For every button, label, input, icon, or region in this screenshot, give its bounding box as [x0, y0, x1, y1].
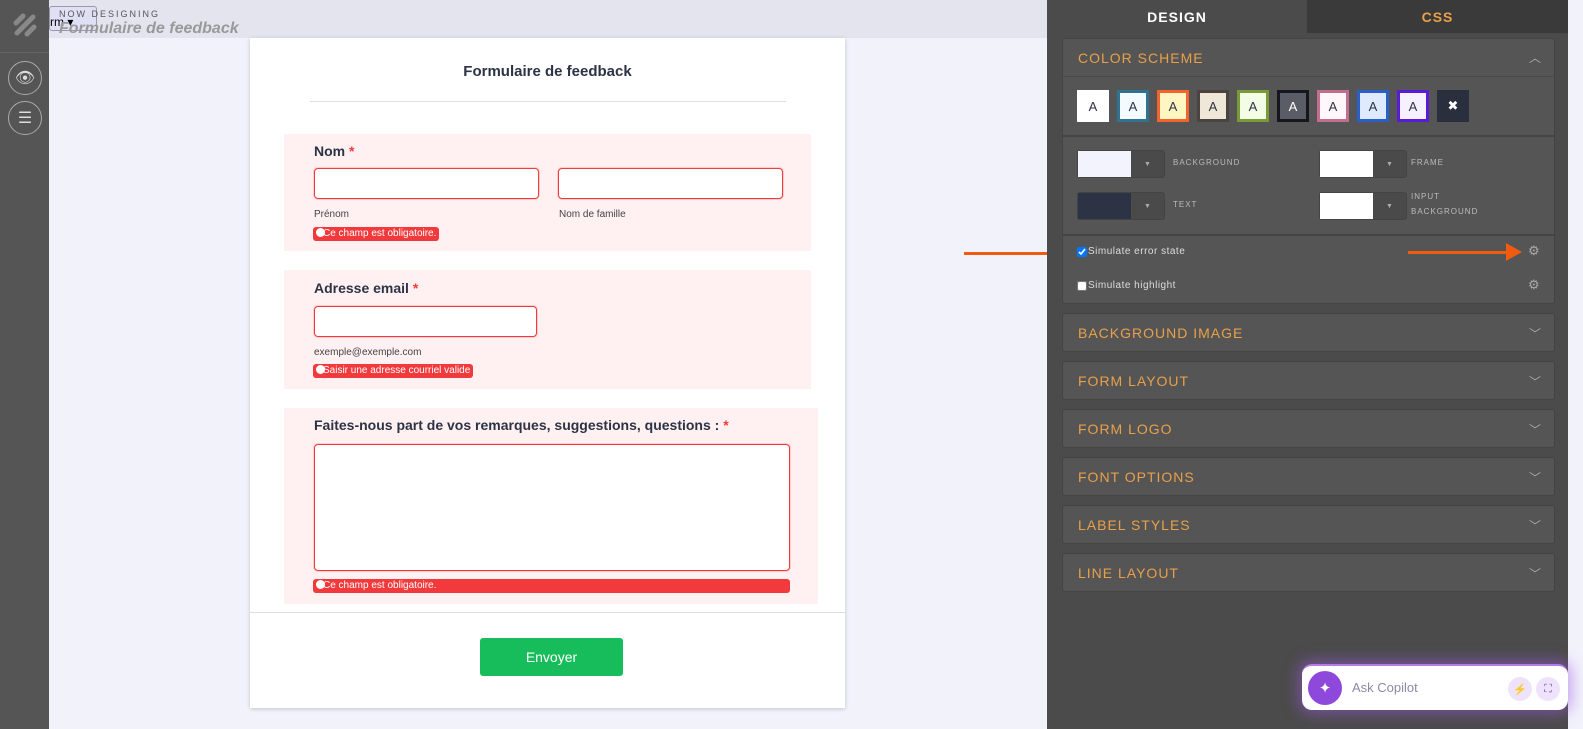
lightning-icon[interactable]: ⚡	[1508, 677, 1532, 701]
simulate-highlight-checkbox[interactable]: Simulate highlight	[1077, 280, 1176, 291]
section-label-styles[interactable]: LABEL STYLES ﹀	[1062, 505, 1555, 544]
annotation-arrow-icon	[1408, 243, 1522, 261]
expand-icon[interactable]: ⛶	[1536, 677, 1560, 701]
section-title: FORM LAYOUT	[1078, 373, 1190, 389]
chevron-down-icon: ﹀	[1528, 326, 1542, 341]
preview-eye-icon[interactable]: 👁	[8, 61, 42, 95]
chevron-down-icon: ﹀	[1528, 518, 1542, 533]
tab-css[interactable]: CSS	[1307, 0, 1568, 33]
section-form-layout[interactable]: FORM LAYOUT ﹀	[1062, 361, 1555, 400]
last-name-sublabel: Nom de famille	[559, 209, 626, 220]
text-color-label: TEXT	[1173, 200, 1198, 209]
color-scheme-swatch[interactable]: A	[1117, 90, 1149, 122]
chevron-down-icon: ﹀	[1528, 374, 1542, 389]
comments-label: Faites-nous part de vos remarques, sugge…	[314, 417, 729, 433]
section-font-options[interactable]: FONT OPTIONS ﹀	[1062, 457, 1555, 496]
color-scheme-swatch[interactable]: A	[1317, 90, 1349, 122]
color-scheme-swatch[interactable]: A	[1357, 90, 1389, 122]
comments-textarea[interactable]	[314, 444, 790, 571]
section-title: BACKGROUND IMAGE	[1078, 325, 1244, 341]
left-sidebar: 👁 ☰	[0, 0, 49, 729]
scrollbar[interactable]	[1568, 0, 1583, 729]
frame-color-picker[interactable]: ▼	[1319, 150, 1407, 178]
form-title-header: Formulaire de feedback	[59, 20, 239, 37]
color-scheme-swatch[interactable]: A	[1277, 90, 1309, 122]
text-color-picker[interactable]: ▼	[1077, 192, 1165, 220]
chevron-down-icon: ﹀	[1528, 422, 1542, 437]
gear-icon[interactable]: ⚙	[1528, 277, 1540, 293]
comments-field-section: Faites-nous part de vos remarques, sugge…	[284, 408, 818, 604]
color-scheme-swatch[interactable]: A	[1237, 90, 1269, 122]
first-name-sublabel: Prénom	[314, 209, 350, 220]
color-scheme-swatch[interactable]: A	[1397, 90, 1429, 122]
copilot-input[interactable]: Ask Copilot	[1352, 680, 1418, 695]
input-background-color-picker[interactable]: ▼	[1319, 192, 1407, 220]
name-label: Nom *	[314, 143, 355, 159]
app-logo-icon[interactable]	[12, 12, 38, 38]
name-error-message: Ce champ est obligatoire.	[313, 227, 440, 241]
frame-color-label: FRAME	[1411, 158, 1444, 167]
section-title: LABEL STYLES	[1078, 517, 1191, 533]
divider	[250, 612, 845, 613]
color-scheme-swatch[interactable]: A	[1157, 90, 1189, 122]
comments-error-message: Ce champ est obligatoire.	[313, 579, 790, 593]
first-name-input[interactable]	[314, 168, 539, 199]
email-error-message: Saisir une adresse courriel valide	[313, 364, 474, 378]
form-heading: Formulaire de feedback	[463, 63, 632, 80]
gear-icon[interactable]: ⚙	[1528, 243, 1540, 259]
now-designing-label: NOW DESIGNING	[59, 9, 161, 19]
reset-scheme-button[interactable]: ✖	[1437, 90, 1469, 122]
submit-button[interactable]: Envoyer	[480, 638, 623, 676]
color-scheme-swatch[interactable]: A	[1077, 90, 1109, 122]
color-scheme-swatch[interactable]: A	[1197, 90, 1229, 122]
email-field-section: Adresse email * exemple@exemple.com Sais…	[284, 270, 811, 389]
email-input[interactable]	[314, 306, 537, 337]
background-color-picker[interactable]: ▼	[1077, 150, 1165, 178]
color-scheme-header[interactable]: COLOR SCHEME ︿	[1063, 39, 1554, 77]
divider	[310, 101, 786, 102]
tab-design[interactable]: DESIGN	[1047, 0, 1307, 33]
sparkle-icon: ✦	[1308, 671, 1342, 705]
section-form-logo[interactable]: FORM LOGO ﹀	[1062, 409, 1555, 448]
last-name-input[interactable]	[558, 168, 783, 199]
section-line-layout[interactable]: LINE LAYOUT ﹀	[1062, 553, 1555, 592]
email-label: Adresse email *	[314, 280, 419, 296]
annotation-arrow-icon	[964, 244, 1070, 262]
color-scheme-section: COLOR SCHEME ︿ A A A A A A A A A ✖ ▼ BACKGROUND ▼ …	[1062, 38, 1555, 304]
menu-icon[interactable]: ☰	[8, 101, 42, 135]
background-color-label: BACKGROUND	[1173, 158, 1241, 167]
input-background-color-label: INPUT BACKGROUND	[1411, 192, 1479, 216]
form-card: Formulaire de feedback Nom * Prénom Nom …	[250, 38, 845, 708]
chevron-up-icon: ︿	[1528, 51, 1542, 65]
simulate-error-checkbox[interactable]: Simulate error state	[1077, 246, 1185, 257]
ask-copilot-widget[interactable]: ✦ Ask Copilot ⚡ ⛶	[1302, 664, 1568, 710]
chevron-down-icon: ﹀	[1528, 566, 1542, 581]
section-title: LINE LAYOUT	[1078, 565, 1179, 581]
email-sublabel: exemple@exemple.com	[314, 347, 422, 358]
section-background-image[interactable]: BACKGROUND IMAGE ﹀	[1062, 313, 1555, 352]
section-title: FONT OPTIONS	[1078, 469, 1195, 485]
name-field-section: Nom * Prénom Nom de famille Ce champ est…	[284, 134, 811, 251]
section-title: FORM LOGO	[1078, 421, 1173, 437]
chevron-down-icon: ﹀	[1528, 470, 1542, 485]
